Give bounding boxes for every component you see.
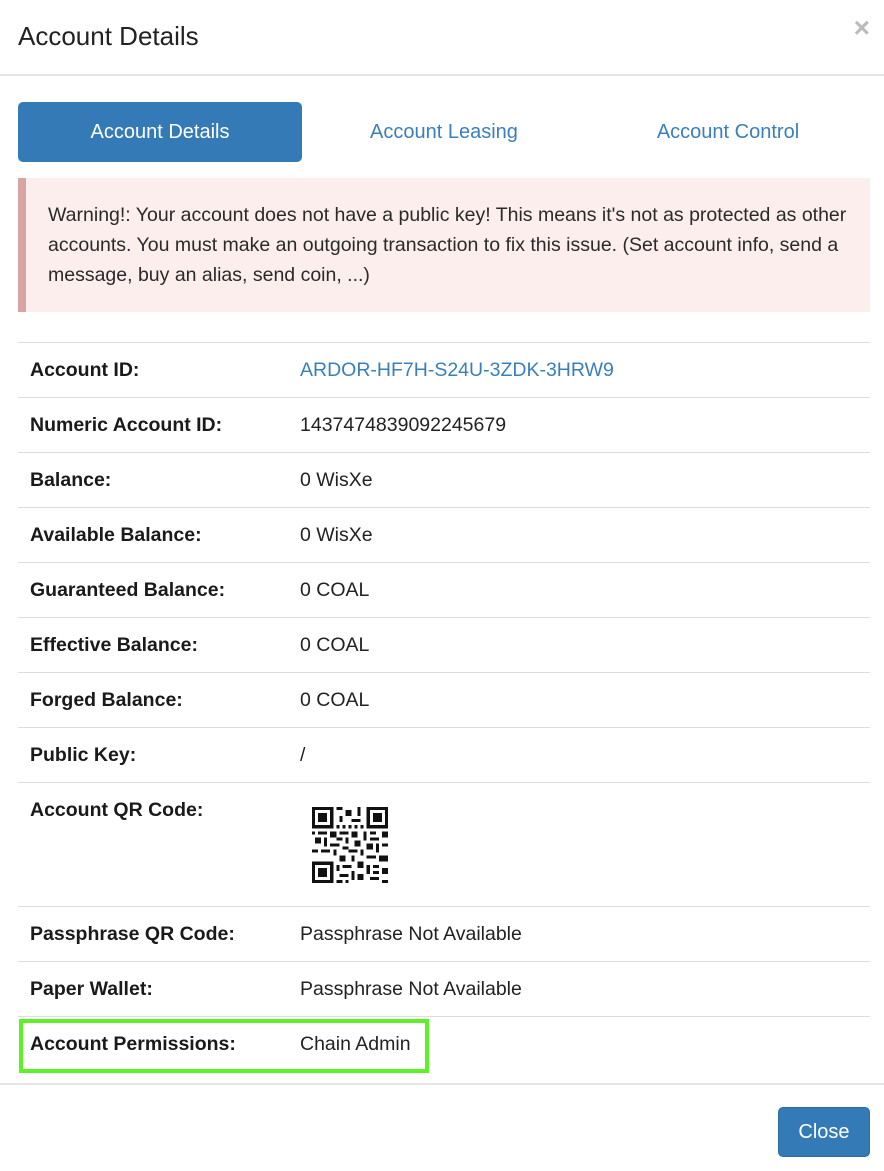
account-id-label: Account ID: — [30, 359, 140, 381]
account-details-table: Account ID: ARDOR-HF7H-S24U-3ZDK-3HRW9 N… — [18, 342, 870, 1071]
forged-balance-label: Forged Balance: — [30, 689, 183, 711]
qr-code-icon — [312, 807, 388, 883]
account-id-link[interactable]: ARDOR-HF7H-S24U-3ZDK-3HRW9 — [300, 359, 614, 382]
modal-title: Account Details — [18, 21, 199, 51]
table-row: Forged Balance: 0 COAL — [18, 672, 870, 727]
effective-balance-label: Effective Balance: — [30, 634, 198, 656]
tab-account-control[interactable]: Account Control — [586, 102, 870, 162]
public-key-label: Public Key: — [30, 744, 137, 766]
table-row: Effective Balance: 0 COAL — [18, 617, 870, 672]
table-row: Account ID: ARDOR-HF7H-S24U-3ZDK-3HRW9 — [18, 342, 870, 397]
table-row: Account QR Code: — [18, 782, 870, 906]
effective-balance-value: 0 COAL — [300, 634, 370, 656]
account-permissions-value: Chain Admin — [300, 1033, 411, 1055]
paper-wallet-value: Passphrase Not Available — [300, 978, 522, 1000]
table-row: Public Key: / — [18, 727, 870, 782]
numeric-account-id-label: Numeric Account ID: — [30, 414, 223, 436]
tab-account-leasing[interactable]: Account Leasing — [302, 102, 586, 162]
balance-label: Balance: — [30, 469, 112, 491]
passphrase-qr-code-label: Passphrase QR Code: — [30, 923, 235, 945]
modal-header: Account Details × — [0, 0, 884, 76]
table-row: Paper Wallet: Passphrase Not Available — [18, 961, 870, 1016]
tab-bar: Account Details Account Leasing Account … — [18, 102, 870, 162]
table-row: Numeric Account ID: 1437474839092245679 — [18, 397, 870, 452]
available-balance-label: Available Balance: — [30, 524, 202, 546]
balance-value: 0 WisXe — [300, 469, 373, 491]
modal-footer: Close — [0, 1083, 884, 1171]
account-permissions-label: Account Permissions: — [30, 1033, 236, 1055]
table-row: Available Balance: 0 WisXe — [18, 507, 870, 562]
passphrase-qr-code-value: Passphrase Not Available — [300, 923, 522, 945]
table-row: Balance: 0 WisXe — [18, 452, 870, 507]
warning-text: Warning!: Your account does not have a p… — [48, 204, 847, 286]
account-qr-code-label: Account QR Code: — [30, 799, 204, 821]
guaranteed-balance-value: 0 COAL — [300, 579, 370, 601]
table-row: Guaranteed Balance: 0 COAL — [18, 562, 870, 617]
public-key-warning: Warning!: Your account does not have a p… — [18, 178, 870, 312]
forged-balance-value: 0 COAL — [300, 689, 370, 711]
table-row: Passphrase QR Code: Passphrase Not Avail… — [18, 906, 870, 961]
paper-wallet-label: Paper Wallet: — [30, 978, 153, 1000]
public-key-value: / — [300, 744, 306, 766]
close-icon[interactable]: × — [854, 14, 870, 42]
close-button[interactable]: Close — [778, 1107, 870, 1157]
numeric-account-id-value: 1437474839092245679 — [300, 414, 507, 436]
table-row: Account Permissions: Chain Admin — [18, 1016, 870, 1071]
tab-account-details[interactable]: Account Details — [18, 102, 302, 162]
available-balance-value: 0 WisXe — [300, 524, 373, 546]
guaranteed-balance-label: Guaranteed Balance: — [30, 579, 226, 601]
